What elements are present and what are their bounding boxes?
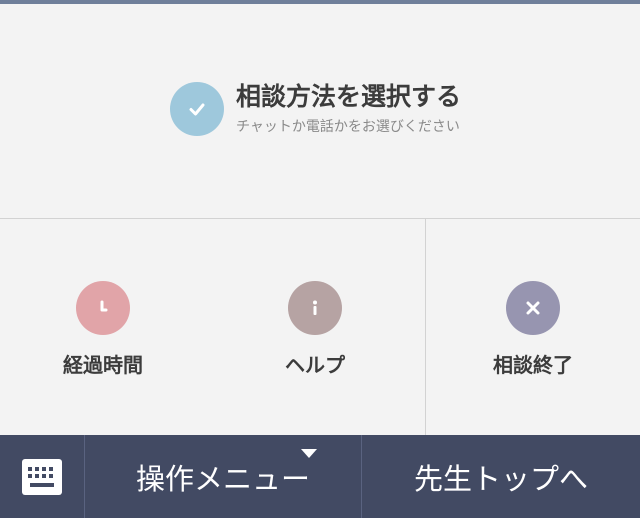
action-row: 経過時間 ヘルプ 相談終了 (0, 219, 640, 435)
help-label: ヘルプ (285, 353, 345, 377)
clock-icon (76, 281, 130, 335)
select-method-text: 相談方法を選択する チャットか電話かをお選びください (236, 82, 461, 136)
teacher-top-button[interactable]: 先生トップへ (362, 435, 640, 518)
elapsed-time-button[interactable]: 経過時間 (0, 219, 206, 435)
select-method-subtitle: チャットか電話かをお選びください (236, 119, 460, 135)
elapsed-time-label: 経過時間 (63, 353, 143, 377)
caret-down-icon (301, 449, 317, 458)
end-consultation-label: 相談終了 (493, 353, 573, 377)
select-method-panel[interactable]: 相談方法を選択する チャットか電話かをお選びください (0, 4, 640, 219)
select-method-title: 相談方法を選択する (236, 82, 462, 111)
actions-divider (425, 219, 426, 435)
end-consultation-button[interactable]: 相談終了 (426, 219, 640, 435)
teacher-top-label: 先生トップへ (413, 461, 588, 496)
bottom-bar: 操作メニュー 先生トップへ (0, 435, 640, 518)
close-icon (506, 281, 560, 335)
info-icon (288, 281, 342, 335)
check-icon (170, 82, 224, 136)
select-method-row[interactable]: 相談方法を選択する チャットか電話かをお選びください (170, 82, 461, 136)
operation-menu-button[interactable]: 操作メニュー (85, 435, 361, 518)
keyboard-button[interactable] (0, 435, 84, 518)
help-button[interactable]: ヘルプ (212, 219, 418, 435)
operation-menu-label: 操作メニュー (135, 461, 310, 496)
keyboard-icon (22, 458, 62, 495)
